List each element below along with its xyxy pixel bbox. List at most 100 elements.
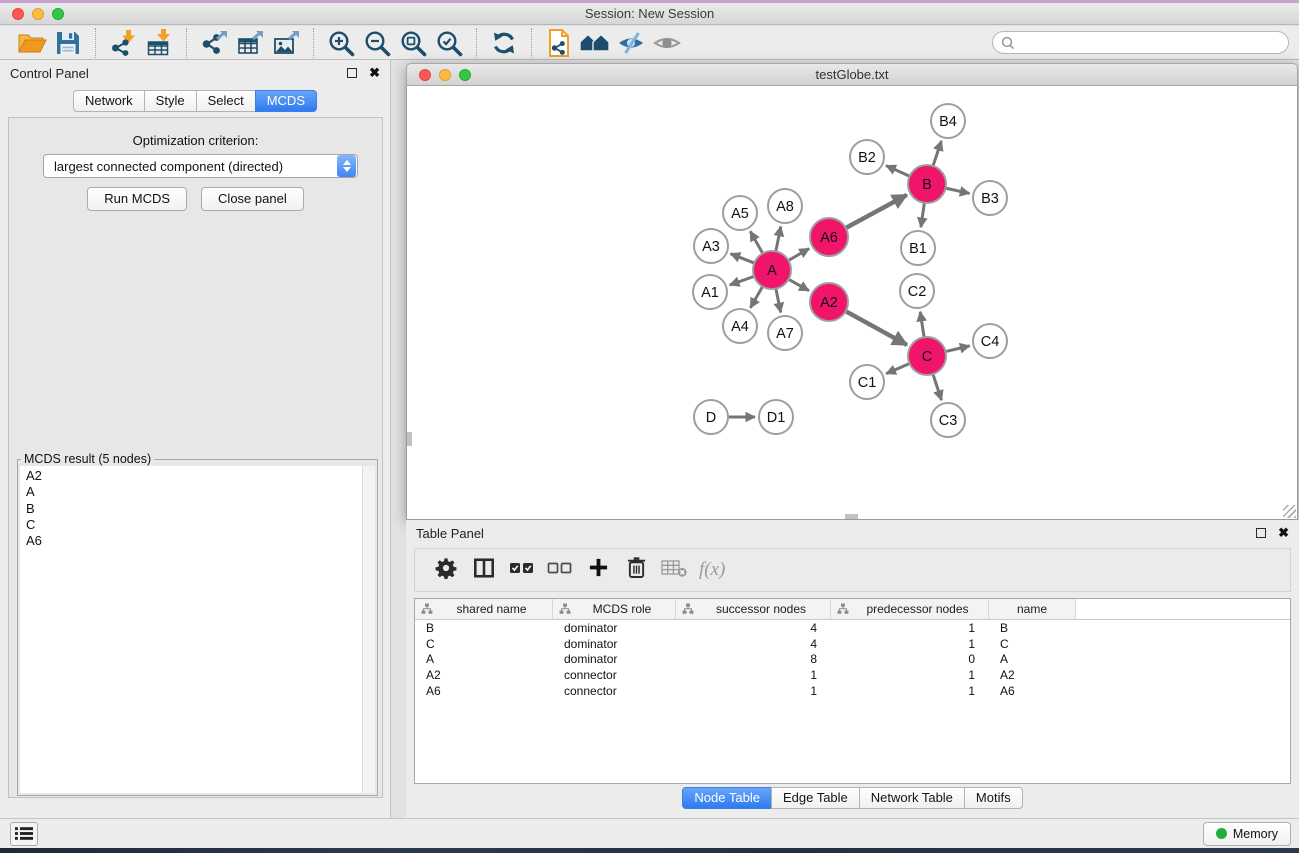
graph-node-B2[interactable]: B2 [850,140,884,174]
mcds-result-item[interactable]: A [26,484,375,500]
zoom-out-button[interactable] [359,28,395,58]
graph-node-C3[interactable]: C3 [931,403,965,437]
search-field[interactable] [992,31,1289,54]
column-header-shared-name[interactable]: shared name [415,599,553,619]
result-list-scrollbar[interactable] [362,466,375,793]
memory-button[interactable]: Memory [1203,822,1291,846]
mcds-result-item[interactable]: C [26,517,375,533]
graph-node-D1[interactable]: D1 [759,400,793,434]
import-table-button[interactable] [141,28,177,58]
column-header-predecessor-nodes[interactable]: predecessor nodes [831,599,989,619]
graph-node-C2[interactable]: C2 [900,274,934,308]
task-history-button[interactable] [10,822,38,846]
refresh-button[interactable] [486,28,522,58]
edge-A-A6[interactable] [788,249,809,261]
graph-node-C[interactable]: C [908,337,946,375]
tab-style[interactable]: Style [144,90,197,112]
graph-node-A6[interactable]: A6 [810,218,848,256]
tab-edge-table[interactable]: Edge Table [771,787,860,809]
network-window-titlebar[interactable]: testGlobe.txt [406,63,1298,86]
column-header-successor-nodes[interactable]: successor nodes [676,599,831,619]
import-network-button[interactable] [105,28,141,58]
zoom-fit-button[interactable] [395,28,431,58]
tab-node-table[interactable]: Node Table [682,787,772,809]
edge-C-C1[interactable] [886,364,909,374]
tab-network-table[interactable]: Network Table [859,787,965,809]
close-panel-icon[interactable]: ✖ [369,68,380,78]
open-session-button[interactable] [14,28,50,58]
table-row[interactable]: Bdominator41B [415,620,1290,636]
edge-B-B1[interactable] [921,203,924,227]
mcds-result-item[interactable]: A6 [26,533,375,549]
mcds-result-item[interactable]: B [26,501,375,517]
zoom-in-button[interactable] [323,28,359,58]
edge-A-A2[interactable] [789,279,809,290]
select-all-button[interactable] [503,555,541,585]
close-panel-button[interactable]: Close panel [201,187,304,211]
edge-A-A8[interactable] [776,227,781,252]
edge-A-A7[interactable] [776,289,781,313]
mcds-result-item[interactable]: A2 [26,468,375,484]
tab-mcds[interactable]: MCDS [255,90,317,112]
network-canvas[interactable]: A A6 A2 B C A1 A3 A4 A5 A7 A8 B1 B2 B3 B4 C1 C2 C3 C4 D D1 [406,86,1298,520]
table-row[interactable]: Cdominator41C [415,636,1290,652]
edge-A2-C[interactable] [846,311,907,345]
edge-B-B2[interactable] [886,166,910,177]
delete-button[interactable] [617,555,655,585]
table-row[interactable]: A6connector11A6 [415,683,1290,699]
graph-node-A7[interactable]: A7 [768,316,802,350]
vertical-scrollbar-thumb[interactable] [407,432,412,446]
columns-button[interactable] [465,555,503,585]
graph-node-B3[interactable]: B3 [973,181,1007,215]
edge-C-C4[interactable] [945,346,969,352]
float-panel-icon[interactable] [347,68,357,78]
graph-node-A8[interactable]: A8 [768,189,802,223]
show-panels-button[interactable] [649,28,685,58]
edge-C-C3[interactable] [933,374,942,400]
float-table-panel-icon[interactable] [1256,528,1266,538]
function-builder-button[interactable]: f(x) [699,559,725,581]
graph-node-C1[interactable]: C1 [850,365,884,399]
tab-select[interactable]: Select [196,90,256,112]
graph-node-A2[interactable]: A2 [810,283,848,321]
save-session-button[interactable] [50,28,86,58]
edge-B-B4[interactable] [933,141,941,166]
graph-node-A[interactable]: A [753,251,791,289]
graph-node-A4[interactable]: A4 [723,309,757,343]
graph-node-A5[interactable]: A5 [723,196,757,230]
hide-panels-button[interactable] [613,28,649,58]
graph-node-A3[interactable]: A3 [694,229,728,263]
home-button[interactable] [577,28,613,58]
optimization-criterion-select[interactable]: largest connected component (directed) [43,154,358,178]
edge-A-A3[interactable] [731,254,755,263]
close-table-panel-icon[interactable]: ✖ [1278,528,1289,538]
edge-C-C2[interactable] [920,312,924,337]
deselect-all-button[interactable] [541,555,579,585]
export-table-button[interactable] [232,28,268,58]
destroy-table-button[interactable] [655,555,693,585]
edge-A-A1[interactable] [730,276,754,285]
search-input[interactable] [1020,34,1280,52]
run-mcds-button[interactable]: Run MCDS [87,187,187,211]
graph-node-C4[interactable]: C4 [973,324,1007,358]
edge-A6-B[interactable] [846,195,907,228]
horizontal-scrollbar-thumb[interactable] [845,514,858,519]
table-row[interactable]: A2connector11A2 [415,667,1290,683]
graph-node-A1[interactable]: A1 [693,275,727,309]
tab-network[interactable]: Network [73,90,145,112]
export-network-button[interactable] [196,28,232,58]
export-image-button[interactable] [268,28,304,58]
graph-node-D[interactable]: D [694,400,728,434]
add-button[interactable] [579,555,617,585]
column-header-MCDS-role[interactable]: MCDS role [553,599,676,619]
tab-motifs[interactable]: Motifs [964,787,1023,809]
settings-button[interactable] [427,555,465,585]
graph-node-B4[interactable]: B4 [931,104,965,138]
column-header-name[interactable]: name [989,599,1076,619]
resize-grip[interactable] [1283,505,1296,518]
table-row[interactable]: Adominator80A [415,652,1290,668]
edge-B-B3[interactable] [946,188,970,193]
graph-node-B1[interactable]: B1 [901,231,935,265]
graph-node-B[interactable]: B [908,165,946,203]
network-file-button[interactable] [541,28,577,58]
